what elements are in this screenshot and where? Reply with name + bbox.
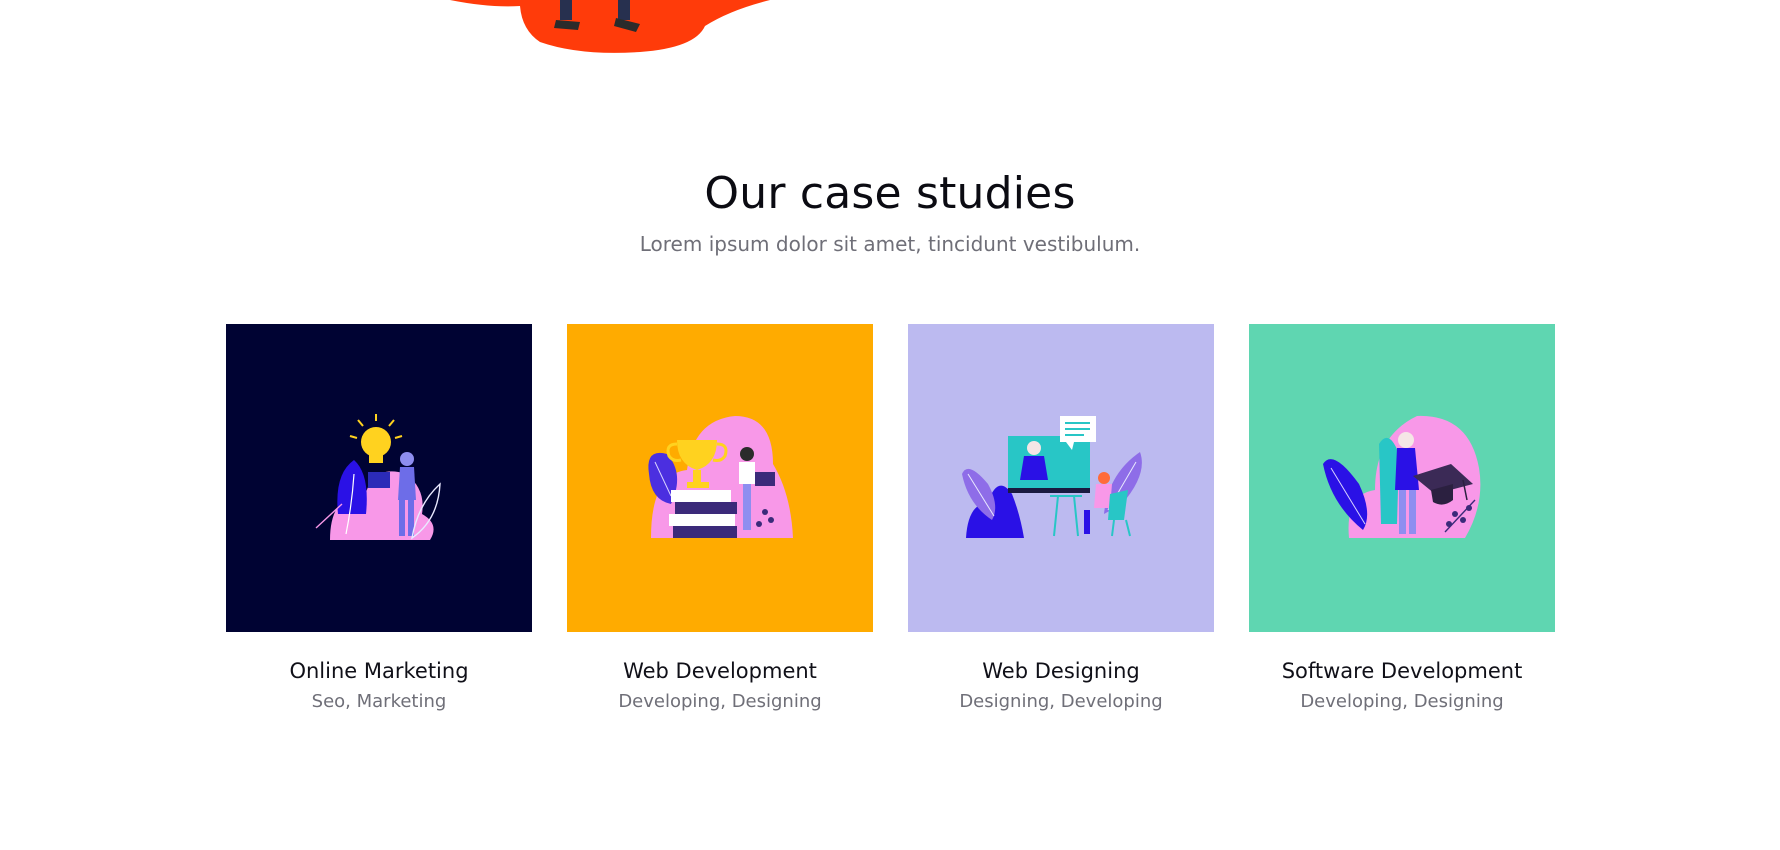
case-study-image[interactable] bbox=[226, 324, 532, 632]
section-title: Our case studies bbox=[704, 168, 1076, 219]
hero-illustration-bottom bbox=[450, 0, 770, 53]
case-study-tags: Developing, Designing bbox=[618, 691, 822, 712]
case-study-image[interactable] bbox=[1249, 324, 1555, 632]
case-study-tags: Developing, Designing bbox=[1300, 691, 1504, 712]
case-study-title[interactable]: Online Marketing bbox=[226, 659, 532, 683]
case-study-card-software-development[interactable]: Software Development Developing, Designi… bbox=[1249, 324, 1555, 712]
case-study-tags: Designing, Developing bbox=[959, 691, 1163, 712]
graduation-cap-illustration bbox=[1249, 324, 1555, 632]
case-study-image[interactable] bbox=[567, 324, 873, 632]
case-study-card-online-marketing[interactable]: Online Marketing Seo, Marketing bbox=[226, 324, 532, 712]
case-study-card-web-development[interactable]: Web Development Developing, Designing bbox=[567, 324, 873, 712]
section-subtitle: Lorem ipsum dolor sit amet, tincidunt ve… bbox=[639, 232, 1141, 256]
trophy-books-illustration bbox=[567, 324, 873, 632]
case-study-tags: Seo, Marketing bbox=[311, 691, 447, 712]
lightbulb-idea-illustration bbox=[226, 324, 532, 632]
video-meeting-illustration bbox=[908, 324, 1214, 632]
case-study-title[interactable]: Web Designing bbox=[908, 659, 1214, 683]
case-study-title[interactable]: Software Development bbox=[1249, 659, 1555, 683]
case-study-title[interactable]: Web Development bbox=[567, 659, 873, 683]
case-study-image[interactable] bbox=[908, 324, 1214, 632]
case-study-card-web-designing[interactable]: Web Designing Designing, Developing bbox=[908, 324, 1214, 712]
